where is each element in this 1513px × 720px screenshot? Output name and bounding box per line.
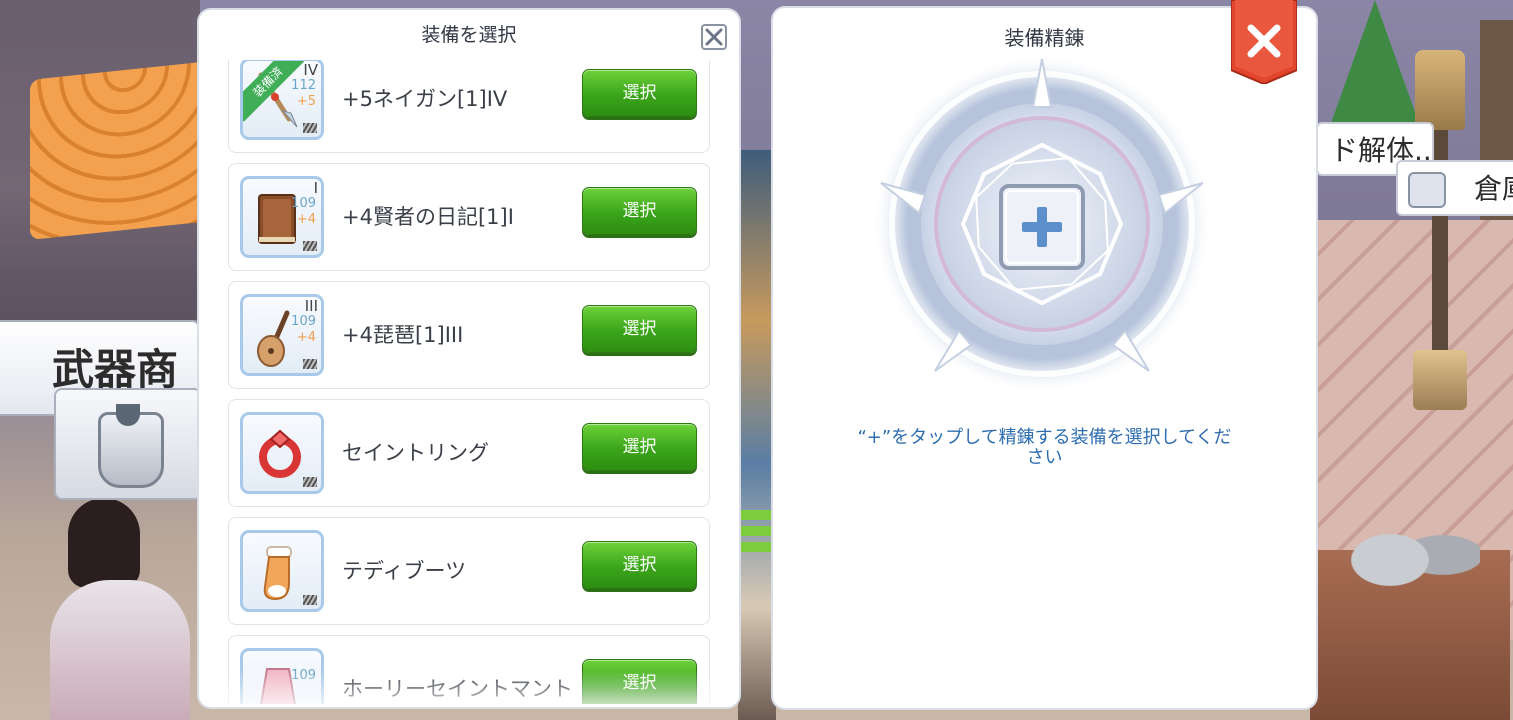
select-button[interactable]: 選択 [582,69,697,117]
select-button[interactable]: 選択 [582,305,697,353]
item-icon-frame [240,412,324,494]
item-name: ホーリーセイントマント [342,677,573,701]
equip-refine-panel: 装備精錬 “+”をタップして精錬する装備を選択してくだ さい [773,8,1316,708]
plus-icon[interactable] [998,183,1086,271]
equipment-list[interactable]: IV 112 +5 装備済 +5ネイガン[1]IV 選択 I 109 +4 +4… [199,60,739,704]
item-name: セイントリング [342,441,489,465]
select-button[interactable]: 選択 [582,187,697,235]
status-bars [738,510,774,558]
item-icon-frame: 109 [240,648,324,704]
item-name: テディブーツ [342,559,467,583]
select-button[interactable]: 選択 [582,541,697,589]
refine-instruction: “+”をタップして精錬する装備を選択してくだ さい [857,427,1232,468]
player-character[interactable] [50,470,200,720]
list-item[interactable]: III 109 +4 +4琵琶[1]III 選択 [228,281,710,389]
item-name: +4琵琶[1]III [342,323,464,347]
list-item[interactable]: IV 112 +5 装備済 +5ネイガン[1]IV 選択 [228,60,710,153]
armor-shop-icon[interactable] [54,388,202,500]
item-icon-frame: I 109 +4 [240,176,324,258]
item-name: +5ネイガン[1]IV [342,87,508,111]
list-item[interactable]: セイントリング 選択 [228,399,710,507]
select-button[interactable]: 選択 [582,659,697,704]
equip-select-panel: 装備を選択 IV 112 +5 装備済 +5ネイガン[1]IV 選択 I 109… [199,10,739,707]
list-item[interactable]: I 109 +4 +4賢者の日記[1]I 選択 [228,163,710,271]
close-x-icon[interactable] [699,22,729,52]
npc-character-behind-panels [738,150,776,720]
shop-roof [30,60,220,240]
storage-icon [1408,172,1446,208]
select-button[interactable]: 選択 [582,423,697,471]
item-icon-frame: III 109 +4 [240,294,324,376]
ring-icon [259,429,301,478]
armor-icon [88,404,168,488]
boots-icon [263,546,292,601]
npc-storage-label[interactable]: 倉庫 [1396,160,1513,216]
list-item[interactable]: 109 ホーリーセイントマント 選択 [228,635,710,704]
item-name: +4賢者の日記[1]I [342,205,514,229]
street-lamp [1405,50,1475,410]
panel-title: 装備を選択 [421,24,517,46]
item-icon-frame [240,530,324,612]
close-red-x-icon[interactable] [1231,0,1297,84]
armored-npcs [1330,500,1480,600]
list-item[interactable]: テディブーツ 選択 [228,517,710,625]
item-icon-frame: IV 112 +5 装備済 [240,60,324,140]
